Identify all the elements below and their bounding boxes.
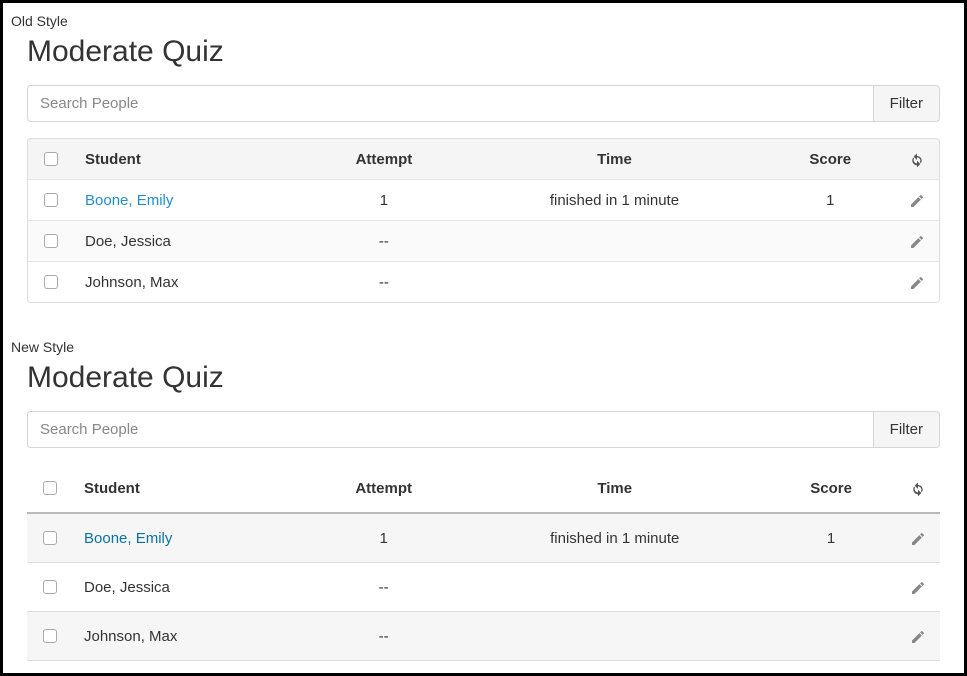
new-style-label: New Style [11,339,940,355]
col-score[interactable]: Score [766,464,896,513]
table-row: Boone, Emily 1 finished in 1 minute 1 [28,180,939,221]
pencil-icon[interactable] [909,275,925,291]
page-title: Moderate Quiz [27,361,940,395]
cell-attempt: -- [304,221,463,262]
col-time[interactable]: Time [463,139,765,180]
col-refresh[interactable] [896,464,940,513]
cell-score [765,221,895,262]
filter-button[interactable]: Filter [873,85,940,122]
students-table-old: Student Attempt Time Score Boone, Emily … [27,138,940,303]
row-checkbox[interactable] [44,193,58,207]
cell-score [765,262,895,302]
cell-score [766,612,896,661]
row-checkbox[interactable] [44,275,58,289]
cell-score: 1 [766,513,896,563]
refresh-icon [909,152,925,168]
student-name: Johnson, Max [85,274,178,291]
cell-attempt: -- [304,262,463,302]
table-row: Doe, Jessica -- [27,563,940,612]
page-title: Moderate Quiz [27,35,940,69]
pencil-icon[interactable] [910,580,926,596]
filter-button[interactable]: Filter [873,411,940,448]
student-link[interactable]: Boone, Emily [85,192,173,209]
cell-time [463,262,765,302]
cell-score: 1 [765,180,895,221]
row-checkbox[interactable] [43,531,57,545]
select-all-checkbox[interactable] [43,481,57,495]
search-input[interactable] [27,411,873,448]
table-row: Doe, Jessica -- [28,221,939,262]
cell-time [463,563,766,612]
row-checkbox[interactable] [44,234,58,248]
students-table-new: Student Attempt Time Score Boone, Emily … [27,464,940,661]
col-refresh[interactable] [895,139,939,180]
cell-time [463,221,765,262]
student-name: Johnson, Max [84,628,177,645]
table-row: Boone, Emily 1 finished in 1 minute 1 [27,513,940,563]
old-style-label: Old Style [11,13,940,29]
pencil-icon[interactable] [909,234,925,250]
cell-time: finished in 1 minute [463,513,766,563]
col-time[interactable]: Time [463,464,766,513]
pencil-icon[interactable] [910,629,926,645]
cell-attempt: 1 [304,513,463,563]
col-student[interactable]: Student [73,139,304,180]
cell-time [463,612,766,661]
col-attempt[interactable]: Attempt [304,464,463,513]
select-all-checkbox[interactable] [44,152,58,166]
row-checkbox[interactable] [43,580,57,594]
table-row: Johnson, Max -- [28,262,939,302]
col-score[interactable]: Score [765,139,895,180]
search-input[interactable] [27,85,873,122]
cell-attempt: -- [304,563,463,612]
student-link[interactable]: Boone, Emily [84,530,172,547]
col-attempt[interactable]: Attempt [304,139,463,180]
refresh-icon [910,481,926,497]
col-student[interactable]: Student [72,464,304,513]
cell-attempt: -- [304,612,463,661]
cell-time: finished in 1 minute [463,180,765,221]
student-name: Doe, Jessica [85,233,171,250]
pencil-icon[interactable] [910,531,926,547]
student-name: Doe, Jessica [84,579,170,596]
cell-score [766,563,896,612]
row-checkbox[interactable] [43,629,57,643]
cell-attempt: 1 [304,180,463,221]
table-row: Johnson, Max -- [27,612,940,661]
pencil-icon[interactable] [909,193,925,209]
